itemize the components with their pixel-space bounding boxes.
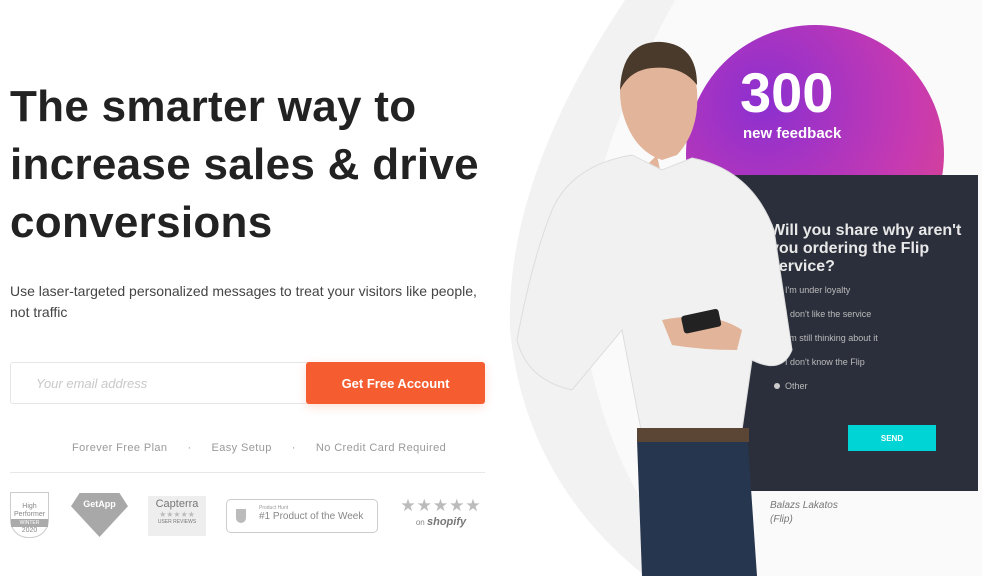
separator: ·	[291, 442, 296, 454]
separator: ·	[187, 442, 192, 454]
g2-season: WINTER	[11, 519, 48, 527]
g2-year: 2020	[21, 527, 38, 534]
perks-list: Forever Free Plan · Easy Setup · No Cred…	[72, 442, 446, 454]
g2-line1: High	[22, 503, 37, 510]
producthunt-badge: Product Hunt #1 Product of the Week	[226, 499, 378, 533]
send-button[interactable]: SEND	[848, 425, 936, 451]
capterra-name: Capterra	[155, 498, 199, 510]
divider	[10, 472, 485, 473]
hero-title: The smarter way to increase sales & driv…	[10, 82, 479, 247]
getapp-label: GetApp	[83, 499, 116, 509]
person-photo	[516, 41, 793, 576]
shopify-on: on	[415, 518, 425, 527]
perk: Easy Setup	[211, 442, 272, 454]
producthunt-label: #1 Product of the Week	[259, 511, 364, 522]
g2-line2: Performer	[13, 511, 46, 518]
hero-subtitle: Use laser-targeted personalized messages…	[10, 283, 477, 320]
g2-badge: High Performer WINTER 2020	[10, 492, 49, 538]
shopify-name: shopify	[427, 516, 467, 528]
perk: No Credit Card Required	[315, 442, 447, 454]
get-free-account-button[interactable]: Get Free Account	[306, 362, 485, 404]
capterra-badge: Capterra ★★★★★ USER REVIEWS	[148, 496, 206, 536]
email-input[interactable]	[10, 362, 310, 404]
medal-icon	[236, 509, 246, 523]
shopify-stars: ★★★★★	[400, 496, 482, 515]
capterra-stars: ★★★★★	[159, 510, 195, 519]
perk: Forever Free Plan	[72, 442, 168, 454]
getapp-badge: GetApp	[71, 493, 128, 537]
capterra-sub: USER REVIEWS	[157, 519, 197, 525]
shopify-badge: ★★★★★ on shopify	[397, 496, 485, 528]
